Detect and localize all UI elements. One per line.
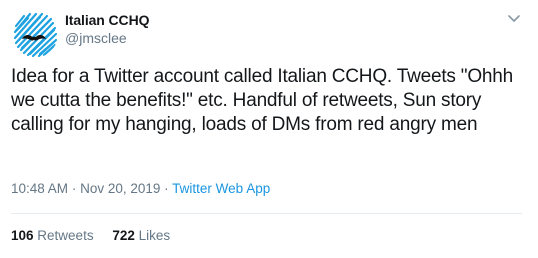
author-display-name[interactable]: Italian CCHQ	[65, 12, 149, 28]
meta-separator: ·	[164, 181, 169, 196]
retweets-count: 106	[11, 228, 34, 243]
tweet-stats: 106 Retweets 722 Likes	[11, 228, 170, 243]
divider	[11, 213, 522, 214]
likes-count: 722	[112, 228, 135, 243]
scribble-moustache-avatar-icon	[10, 10, 58, 58]
tweet-text: Idea for a Twitter account called Italia…	[11, 66, 514, 135]
tweet-card: Italian CCHQ @jmsclee Idea for a Twitter…	[0, 0, 538, 258]
tweet-source-app-link[interactable]: Twitter Web App	[172, 181, 270, 196]
tweet-time[interactable]: 10:48 AM	[11, 181, 68, 196]
author-handle[interactable]: @jmsclee	[65, 30, 127, 46]
likes-label: Likes	[138, 228, 171, 243]
tweet-meta: 10:48 AM · Nov 20, 2019 · Twitter Web Ap…	[11, 181, 270, 196]
tweet-menu-button[interactable]	[506, 12, 522, 24]
retweets-label: Retweets	[37, 228, 94, 243]
meta-separator: ·	[71, 181, 77, 196]
tweet-date[interactable]: Nov 20, 2019	[80, 181, 160, 196]
avatar[interactable]	[10, 10, 58, 58]
chevron-down-icon	[508, 15, 520, 22]
likes-stat[interactable]: 722 Likes	[112, 228, 170, 243]
retweets-stat[interactable]: 106 Retweets	[11, 228, 97, 243]
